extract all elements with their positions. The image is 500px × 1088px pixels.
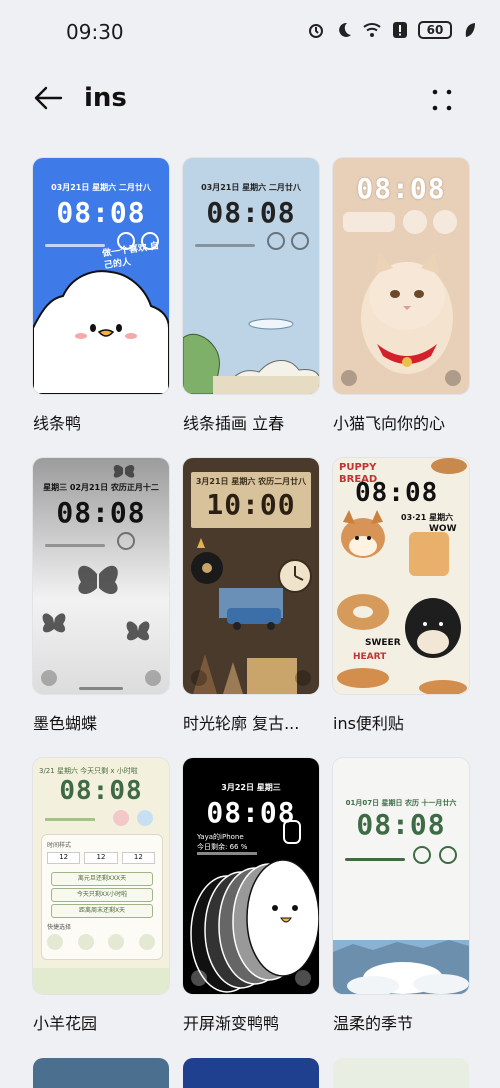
lock-time: 08:08 (59, 776, 143, 806)
theme-card[interactable]: 3月22日 星期三 08:08 Yaya的iPhone 今日剩余: 66 % 开… (183, 758, 319, 1058)
duck-illustration (33, 270, 169, 394)
theme-grid: 03月21日 星期六 二月廿八 08:08 做一个喜欢 自己的人 线条鸭 03月… (33, 158, 469, 1058)
butterflies-illustration (42, 465, 150, 641)
theme-card[interactable]: 3月21日 星期六 农历二月廿八 10:00 时光轮廓 复古... (183, 458, 319, 758)
theme-card[interactable]: 03月21日 星期六 二月廿八 08:08 线条插画 立春 (183, 158, 319, 458)
sky-landscape (333, 940, 469, 994)
theme-thumbnail[interactable]: PUPPY BREAD 08:08 03·21 星期六 WOW SWEER HE… (333, 458, 469, 694)
top-app-bar: ins (0, 66, 500, 130)
theme-thumbnail[interactable]: 3月21日 星期六 农历二月廿八 10:00 (183, 458, 319, 694)
moon-icon (334, 20, 354, 40)
theme-name: 温柔的季节 (333, 1014, 414, 1033)
theme-name: 墨色蝴蝶 (33, 714, 98, 733)
lock-date: 3/21 星期六 今天只剩 x 小时啦 (39, 767, 138, 775)
theme-name: 小猫飞向你的心 (333, 414, 446, 433)
shortcuts-label: 快捷选择 (47, 924, 72, 931)
arrow-left-icon (34, 86, 63, 110)
theme-name: ins便利贴 (333, 714, 404, 733)
theme-name: 线条插画 立春 (183, 414, 285, 433)
theme-name: 线条鸭 (33, 414, 82, 433)
theme-thumbnail-partial[interactable] (333, 1058, 469, 1088)
alarm-icon (306, 20, 326, 40)
theme-card[interactable]: 星期三 02月21日 农历正月十二 08:08 墨色蝴蝶 (33, 458, 169, 758)
page-title: ins (84, 83, 127, 113)
alert-icon (390, 20, 410, 40)
garden-button[interactable]: 离元旦还剩XXX天 (51, 872, 153, 886)
status-icons: 60 (306, 20, 480, 40)
theme-card[interactable]: 03月21日 星期六 二月廿八 08:08 做一个喜欢 自己的人 线条鸭 (33, 158, 169, 458)
theme-card[interactable]: 08:08 小猫飞向你的心 (333, 158, 469, 458)
theme-card[interactable]: 3/21 星期六 今天只剩 x 小时啦 08:08 时间样式 12 12 12 … (33, 758, 169, 1058)
theme-name: 小羊花园 (33, 1014, 98, 1033)
theme-thumbnail-partial[interactable] (183, 1058, 319, 1088)
theme-name: 开屏渐变鸭鸭 (183, 1014, 280, 1033)
retro-collage (191, 538, 312, 694)
theme-thumbnail[interactable]: 3月22日 星期三 08:08 Yaya的iPhone 今日剩余: 66 % (183, 758, 319, 994)
theme-thumbnail[interactable]: 03月21日 星期六 二月廿八 08:08 (183, 158, 319, 394)
cat-photo (361, 252, 453, 374)
duck-gradient-illustration (190, 859, 319, 993)
wifi-icon (362, 20, 382, 40)
leaf-icon (460, 20, 480, 40)
theme-thumbnail[interactable]: 01月07日 星期日 农历 十一月廿六 08:08 (333, 758, 469, 994)
theme-thumbnail-partial[interactable] (33, 1058, 169, 1088)
theme-thumbnail[interactable]: 08:08 (333, 158, 469, 394)
theme-name: 时光轮廓 复古... (183, 714, 300, 733)
battery-indicator: 60 (418, 21, 452, 39)
sticker-heart: HEART (353, 652, 387, 662)
more-options-button[interactable] (424, 82, 460, 118)
theme-thumbnail[interactable]: 3/21 星期六 今天只剩 x 小时啦 08:08 时间样式 12 12 12 … (33, 758, 169, 994)
status-time: 09:30 (66, 20, 124, 44)
next-row-partial (33, 1058, 469, 1088)
theme-thumbnail[interactable]: 03月21日 星期六 二月廿八 08:08 做一个喜欢 自己的人 (33, 158, 169, 394)
theme-thumbnail[interactable]: 星期三 02月21日 农历正月十二 08:08 (33, 458, 169, 694)
garden-button[interactable]: 今天只剩XX小时啦 (51, 888, 153, 902)
status-bar: 09:30 60 (0, 0, 500, 66)
garden-button[interactable]: 距离周末还剩X天 (51, 904, 153, 918)
back-button[interactable] (30, 80, 66, 116)
landscape-illustration (183, 318, 319, 394)
grid-dots-icon (432, 89, 452, 111)
sticker-sweer: SWEER (365, 638, 401, 648)
theme-card[interactable]: PUPPY BREAD 08:08 03·21 星期六 WOW SWEER HE… (333, 458, 469, 758)
time-style-label: 时间样式 (47, 842, 72, 849)
theme-card[interactable]: 01月07日 星期日 农历 十一月廿六 08:08 温柔的季节 (333, 758, 469, 1058)
